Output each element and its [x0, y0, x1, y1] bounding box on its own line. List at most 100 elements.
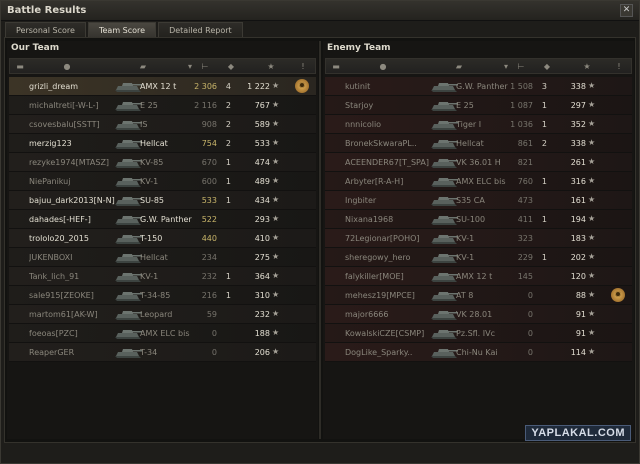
table-row[interactable]: BronekSkwaraPL.. Hellcat 861 2 338 ★ [325, 134, 632, 153]
squad-icon[interactable]: ▬ [15, 62, 25, 71]
player-name[interactable]: ReaperGER [29, 348, 121, 357]
star-icon: ★ [272, 252, 280, 261]
xp-icon[interactable]: ★ [582, 62, 592, 71]
table-row[interactable]: Arbyter[R-A-H] AMX ELC bis 760 1 316 ★ [325, 172, 632, 191]
player-name[interactable]: rezyke1974[MTASZ] [29, 158, 121, 167]
medal-icon[interactable]: ! [614, 62, 624, 71]
medal-icon[interactable]: ! [298, 62, 308, 71]
table-row[interactable]: ReaperGER T-34 0 206 ★ [9, 343, 316, 362]
medal-icon[interactable]: ✹ [611, 288, 625, 302]
vehicle-icon[interactable]: ▰ [138, 62, 148, 71]
tank-icon [115, 254, 142, 263]
damage-icon[interactable]: ⊢ [200, 62, 210, 71]
star-icon: ★ [272, 328, 280, 337]
player-name[interactable]: Nixana1968 [345, 215, 437, 224]
table-row[interactable]: JUKENBOXI Hellcat 234 275 ★ [9, 248, 316, 267]
kills-icon[interactable]: ◆ [226, 62, 236, 71]
tank-icon [115, 216, 142, 225]
table-row[interactable]: KowalskiCZE[CSMP] Pz.Sfl. IVc 0 91 ★ [325, 324, 632, 343]
xp-value: 533 [254, 139, 270, 148]
player-name[interactable]: ACEENDER67[T_SPA] [345, 158, 437, 167]
table-row[interactable]: mehesz19[MPCE] AT 8 0 88 ★ ✹ [325, 286, 632, 305]
table-row[interactable]: kutinit G.W. Panther 1 508 3 338 ★ [325, 77, 632, 96]
star-icon: ★ [272, 100, 280, 109]
medal-icon[interactable]: ✹ [295, 79, 309, 93]
xp-icon[interactable]: ★ [266, 62, 276, 71]
star-icon: ★ [272, 119, 280, 128]
table-row[interactable]: nnnicolio Tiger I1 036 1 352 ★ [325, 115, 632, 134]
player-name[interactable]: mehesz19[MPCE] [345, 291, 437, 300]
xp-value: 293 [254, 215, 270, 224]
table-row[interactable]: foeoas[PZC] AMX ELC bis 0 188 ★ [9, 324, 316, 343]
table-row[interactable]: Starjoy E 25 1 087 1 297 ★ [325, 96, 632, 115]
player-name[interactable]: major6666 [345, 310, 437, 319]
player-name[interactable]: csovesbalu[SSTT] [29, 120, 121, 129]
table-row[interactable]: Ingbiter S35 CA 473 161 ★ [325, 191, 632, 210]
table-row[interactable]: falykiller[MOE] AMX 12 t 145 120 ★ [325, 267, 632, 286]
table-row[interactable]: DogLike_Sparky.. Chi-Nu Kai 0 114 ★ [325, 343, 632, 362]
damage-value: 473 [517, 196, 533, 205]
table-row[interactable]: martom61[AK-W] Leopard 59 232 ★ [9, 305, 316, 324]
tab-team-score[interactable]: Team Score [87, 22, 157, 37]
player-name[interactable]: NiePanikuj [29, 177, 121, 186]
player-name[interactable]: JUKENBOXI [29, 253, 121, 262]
player-name[interactable]: dahades[-HEF-] [29, 215, 121, 224]
player-name[interactable]: Tank_lich_91 [29, 272, 121, 281]
player-name[interactable]: 72Legionar[POHO] [345, 234, 437, 243]
table-row[interactable]: michaltreti[-W-L-] E 25 2 116 2 767 ★ [9, 96, 316, 115]
player-name[interactable]: BronekSkwaraPL.. [345, 139, 437, 148]
table-row[interactable]: rezyke1974[MTASZ] KV-85 670 1 474 ★ [9, 153, 316, 172]
player-name[interactable]: michaltreti[-W-L-] [29, 101, 121, 110]
star-icon: ★ [588, 81, 596, 90]
sort-icon[interactable]: ▾ [185, 62, 195, 71]
table-row[interactable]: csovesbalu[SSTT] IS 908 2 589 ★ [9, 115, 316, 134]
table-row[interactable]: dahades[-HEF-] G.W. Panther 522 293 ★ [9, 210, 316, 229]
player-name[interactable]: Arbyter[R-A-H] [345, 177, 437, 186]
player-name[interactable]: falykiller[MOE] [345, 272, 437, 281]
damage-value: 600 [201, 177, 217, 186]
player-name[interactable]: DogLike_Sparky.. [345, 348, 437, 357]
table-row[interactable]: Nixana1968 SU-100 411 1 194 ★ [325, 210, 632, 229]
xp-value: 261 [570, 158, 586, 167]
tank-icon [431, 216, 458, 225]
table-row[interactable]: ACEENDER67[T_SPA] VK 36.01 H 821 261 ★ [325, 153, 632, 172]
damage-value: 754 [201, 139, 217, 148]
vehicle-icon[interactable]: ▰ [454, 62, 464, 71]
player-name[interactable]: trololo20_2015 [29, 234, 121, 243]
table-row[interactable]: sale915[ZEOKE] T-34-85 216 1 310 ★ [9, 286, 316, 305]
table-row[interactable]: NiePanikuj KV-1 600 1 489 ★ [9, 172, 316, 191]
sort-icon[interactable]: ▾ [501, 62, 511, 71]
table-row[interactable]: Tank_lich_91 KV-1 232 1 364 ★ [9, 267, 316, 286]
player-name[interactable]: grizli_dream [29, 82, 121, 91]
team-score-panel: Our Team ▬ ● ▰ ▾ ⊢ ◆ ★ ! grizli_dream AMX… [4, 37, 636, 443]
player-icon[interactable]: ● [378, 62, 388, 71]
table-row[interactable]: sheregowy_hero KV-1 229 1 202 ★ [325, 248, 632, 267]
table-row[interactable]: merzig123 Hellcat 754 2 533 ★ [9, 134, 316, 153]
damage-value: 2 306 [194, 82, 217, 91]
table-row[interactable]: bajuu_dark2013[N-N] SU-85 533 1 434 ★ [9, 191, 316, 210]
tab-personal-score[interactable]: Personal Score [5, 22, 86, 37]
damage-value: 1 508 [510, 82, 533, 91]
player-name[interactable]: KowalskiCZE[CSMP] [345, 329, 437, 338]
player-name[interactable]: sale915[ZEOKE] [29, 291, 121, 300]
player-name[interactable]: Starjoy [345, 101, 437, 110]
player-name[interactable]: bajuu_dark2013[N-N] [29, 196, 121, 205]
close-button[interactable]: ✕ [620, 4, 633, 17]
tab-detailed-report[interactable]: Detailed Report [158, 22, 243, 37]
table-row[interactable]: trololo20_2015 T-150 440 410 ★ [9, 229, 316, 248]
player-name[interactable]: merzig123 [29, 139, 121, 148]
squad-icon[interactable]: ▬ [331, 62, 341, 71]
player-name[interactable]: Ingbiter [345, 196, 437, 205]
player-name[interactable]: kutinit [345, 82, 437, 91]
player-icon[interactable]: ● [62, 62, 72, 71]
table-row[interactable]: major6666 VK 28.01 0 91 ★ [325, 305, 632, 324]
kills-icon[interactable]: ◆ [542, 62, 552, 71]
player-name[interactable]: sheregowy_hero [345, 253, 437, 262]
table-row[interactable]: 72Legionar[POHO] KV-1 323 183 ★ [325, 229, 632, 248]
player-name[interactable]: martom61[AK-W] [29, 310, 121, 319]
player-name[interactable]: nnnicolio [345, 120, 437, 129]
star-icon: ★ [588, 290, 596, 299]
player-name[interactable]: foeoas[PZC] [29, 329, 121, 338]
table-row[interactable]: grizli_dream AMX 12 t2 306 4 1 222 ★ ✹ [9, 77, 316, 96]
damage-icon[interactable]: ⊢ [516, 62, 526, 71]
